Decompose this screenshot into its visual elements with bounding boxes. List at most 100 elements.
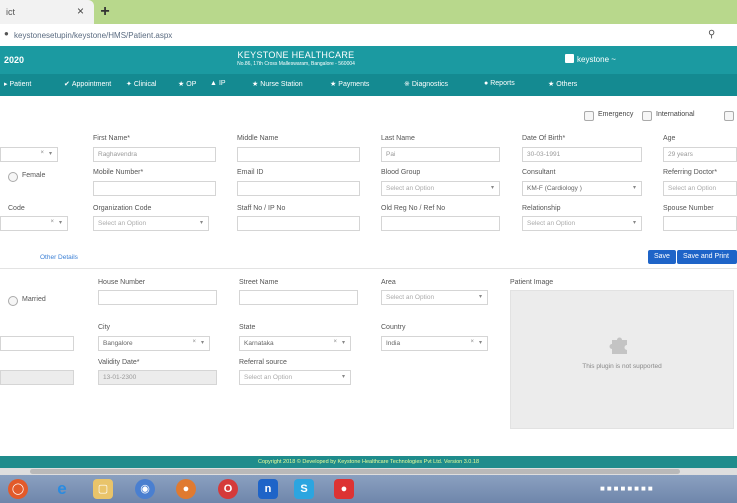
taskbar: ◯ e ▢ ◉ ● O n S ● ■■■■■■■■ — [0, 475, 737, 503]
referral-source-label: Referral source — [239, 359, 287, 366]
married-radio[interactable] — [8, 296, 18, 306]
address-bar[interactable]: ● keystonesetupin/keystone/HMS/Patient.a… — [0, 24, 737, 47]
others-icon: ★ — [548, 81, 555, 88]
validity-date-input: 13-01-2300 — [98, 370, 217, 385]
ip-icon: ▲ — [210, 80, 217, 87]
nav-appointment[interactable]: ✔ Appointment — [64, 80, 111, 88]
partial-readonly-input — [0, 370, 74, 385]
partial-input[interactable] — [0, 336, 74, 351]
country-label: Country — [381, 324, 406, 331]
user-icon — [565, 54, 574, 63]
browser-tab[interactable]: ict × — [0, 0, 94, 24]
age-label: Age — [663, 135, 676, 142]
area-select[interactable]: Select an Option ▾ — [381, 290, 488, 305]
url-text[interactable]: keystonesetupin/keystone/HMS/Patient.asp… — [14, 31, 172, 40]
spouse-number-label: Spouse Number — [663, 205, 714, 212]
blood-group-select[interactable]: Select an Option ▾ — [381, 181, 500, 196]
nav-diagnostics[interactable]: ※ Diagnostics — [404, 80, 448, 88]
email-input[interactable] — [237, 181, 360, 196]
video-icon[interactable]: ● — [334, 479, 354, 499]
org-code-label: Organization Code — [93, 205, 152, 212]
international-checkbox[interactable] — [642, 111, 652, 121]
consultant-select[interactable]: KM-F (Cardiology ) ▾ — [522, 181, 642, 196]
nav-patient[interactable]: ▸ Patient — [4, 80, 31, 88]
nav-clinical[interactable]: ✦ Clinical — [126, 80, 156, 88]
brand-name: KEYSTONE HEALTHCARE — [237, 50, 355, 60]
scrollbar-thumb[interactable] — [30, 469, 680, 474]
plugin-message: This plugin is not supported — [582, 363, 662, 370]
title-select[interactable]: × ▾ — [0, 147, 58, 162]
old-reg-label: Old Reg No / Ref No — [381, 205, 446, 212]
ie-icon[interactable]: e — [52, 479, 72, 499]
nav-reports[interactable]: ● Reports — [484, 80, 515, 87]
nav-others[interactable]: ★ Others — [548, 80, 577, 88]
female-label: Female — [22, 172, 46, 179]
state-select[interactable]: Karnataka × ▾ — [239, 336, 351, 351]
nav-op[interactable]: ★ OP — [178, 80, 196, 88]
last-name-input[interactable]: Pai — [381, 147, 500, 162]
system-tray[interactable]: ■■■■■■■■ — [600, 484, 655, 493]
mobile-input[interactable] — [93, 181, 216, 196]
middle-name-input[interactable] — [237, 147, 360, 162]
code-label: Code — [8, 205, 25, 212]
footer: Copyright 2018 © Developed by Keystone H… — [0, 456, 737, 468]
extra-checkbox[interactable] — [724, 111, 734, 121]
dob-input[interactable]: 30-03-1991 — [522, 147, 642, 162]
nav-ip[interactable]: ▲ IP — [210, 80, 226, 87]
city-select[interactable]: Bangalore × ▾ — [98, 336, 210, 351]
nav-payments[interactable]: ★ Payments — [330, 80, 369, 88]
validity-date-label: Validity Date* — [98, 359, 140, 366]
old-reg-input[interactable] — [381, 216, 500, 231]
house-number-label: House Number — [98, 279, 146, 286]
referring-doctor-select[interactable]: Select an Option — [663, 181, 737, 196]
explorer-icon[interactable]: ▢ — [93, 479, 113, 499]
nav-nurse-station[interactable]: ★ Nurse Station — [252, 80, 303, 88]
onenote-icon[interactable]: n — [258, 479, 278, 499]
new-tab-button[interactable]: + — [96, 3, 114, 21]
browser-tab-title: ict — [6, 7, 15, 17]
email-label: Email ID — [237, 169, 264, 176]
country-select[interactable]: India × ▾ — [381, 336, 488, 351]
first-name-label: First Name* — [93, 135, 130, 142]
org-code-select[interactable]: Select an Option ▾ — [93, 216, 209, 231]
relationship-label: Relationship — [522, 205, 561, 212]
main-nav: ▸ Patient ✔ Appointment ✦ Clinical ★ OP ▲ IP … — [0, 74, 737, 96]
married-label: Married — [22, 296, 46, 303]
op-icon: ★ — [178, 81, 185, 88]
firefox-icon[interactable]: ● — [176, 479, 196, 499]
horizontal-scrollbar[interactable] — [0, 468, 737, 475]
user-menu[interactable]: keystone ~ — [565, 54, 616, 64]
relationship-select[interactable]: Select an Option ▾ — [522, 216, 642, 231]
street-name-input[interactable] — [239, 290, 358, 305]
city-label: City — [98, 324, 111, 331]
patient-image-box[interactable]: This plugin is not supported — [510, 290, 734, 429]
mobile-label: Mobile Number* — [93, 169, 144, 176]
chrome-icon[interactable]: ◉ — [135, 479, 155, 499]
consultant-label: Consultant — [522, 169, 556, 176]
first-name-input[interactable]: Raghavendra — [93, 147, 216, 162]
state-label: State — [239, 324, 256, 331]
spouse-number-input[interactable] — [663, 216, 737, 231]
close-tab-icon[interactable]: × — [77, 4, 84, 18]
female-radio[interactable] — [8, 172, 18, 182]
staff-no-input[interactable] — [237, 216, 360, 231]
referral-source-select[interactable]: Select an Option ▾ — [239, 370, 351, 385]
house-number-input[interactable] — [98, 290, 217, 305]
emergency-checkbox[interactable] — [584, 111, 594, 121]
code-select[interactable]: × ▾ — [0, 216, 68, 231]
windows-icon[interactable]: ◯ — [8, 479, 28, 499]
detail-tabs: Other Details — [0, 248, 737, 269]
age-input[interactable]: 29 years — [663, 147, 737, 162]
opera-icon[interactable]: O — [218, 479, 238, 499]
save-button[interactable]: Save — [648, 250, 676, 264]
tab-other-details[interactable]: Other Details — [40, 254, 78, 261]
area-label: Area — [381, 279, 396, 286]
payments-icon: ★ — [330, 81, 337, 88]
brand-address: No.86, 17th Cross Malleswaram, Bangalore… — [237, 61, 355, 67]
nurse-station-icon: ★ — [252, 81, 259, 88]
skype-icon[interactable]: S — [294, 479, 314, 499]
magnifier-icon[interactable]: ⚲ — [708, 29, 715, 40]
dob-label: Date Of Birth* — [522, 135, 566, 142]
save-print-button[interactable]: Save and Print — [677, 250, 737, 264]
international-label: International — [656, 111, 695, 118]
